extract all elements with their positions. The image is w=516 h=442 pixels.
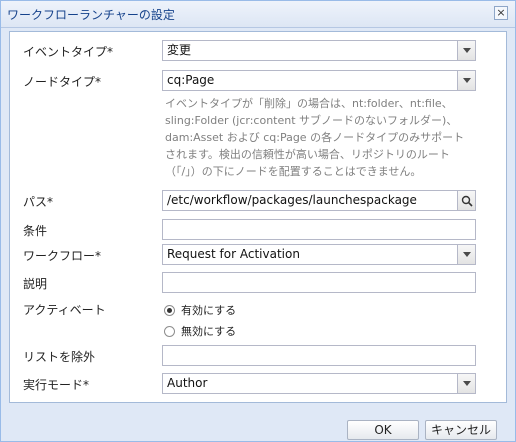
node-type-help-text: イベントタイプが「削除」の場合は、nt:folder、nt:file、sling… [165, 97, 465, 178]
node-type-label: ノードタイプ* [23, 75, 102, 89]
activate-enable-radio[interactable] [164, 304, 175, 316]
workflow-value: Request for Activation [167, 247, 300, 261]
node-type-value: cq:Page [167, 73, 215, 87]
activate-enable-label: 有効にする [181, 304, 237, 317]
description-input[interactable] [162, 272, 476, 293]
run-mode-select[interactable]: Author [162, 373, 476, 394]
event-type-value: 変更 [167, 43, 192, 57]
condition-label: 条件 [23, 224, 48, 238]
exclude-list-label: リストを除外 [23, 350, 96, 364]
close-icon: × [496, 6, 506, 19]
workflow-select[interactable]: Request for Activation [162, 244, 476, 265]
activate-disable-option[interactable]: 無効にする [164, 323, 236, 339]
node-type-select[interactable]: cq:Page [162, 70, 476, 91]
path-label: パス* [23, 195, 54, 209]
workflow-label: ワークフロー* [23, 249, 102, 263]
search-icon [461, 195, 473, 207]
cancel-button[interactable]: キャンセル [425, 420, 497, 440]
dialog-titlebar[interactable]: ワークフローランチャーの設定 × [1, 1, 515, 28]
run-mode-value: Author [167, 376, 208, 390]
node-type-dropdown-button[interactable] [457, 71, 475, 90]
chevron-down-icon [462, 252, 471, 257]
activate-disable-radio[interactable] [164, 325, 175, 337]
path-browse-button[interactable] [457, 191, 475, 210]
chevron-down-icon [462, 78, 471, 83]
event-type-dropdown-button[interactable] [457, 41, 475, 60]
run-mode-label: 実行モード* [23, 378, 90, 392]
ok-button[interactable]: OK [347, 420, 419, 440]
activate-label: アクティベート [23, 303, 106, 317]
event-type-select[interactable]: 変更 [162, 40, 476, 61]
close-button[interactable]: × [494, 6, 508, 20]
path-value: /etc/workflow/packages/launchespackage [167, 193, 417, 207]
chevron-down-icon [462, 48, 471, 53]
event-type-label: イベントタイプ* [23, 45, 114, 59]
exclude-list-input[interactable] [162, 345, 476, 366]
run-mode-dropdown-button[interactable] [457, 374, 475, 393]
dialog-title: ワークフローランチャーの設定 [7, 8, 175, 22]
activate-disable-label: 無効にする [181, 325, 237, 338]
activate-enable-option[interactable]: 有効にする [164, 302, 236, 318]
workflow-launcher-dialog: ワークフローランチャーの設定 × イベントタイプ* 変更 ノードタイプ* cq:… [0, 0, 516, 442]
description-label: 説明 [23, 277, 48, 291]
chevron-down-icon [462, 381, 471, 386]
path-field[interactable]: /etc/workflow/packages/launchespackage [162, 190, 476, 211]
condition-input[interactable] [162, 219, 476, 240]
workflow-dropdown-button[interactable] [457, 245, 475, 264]
